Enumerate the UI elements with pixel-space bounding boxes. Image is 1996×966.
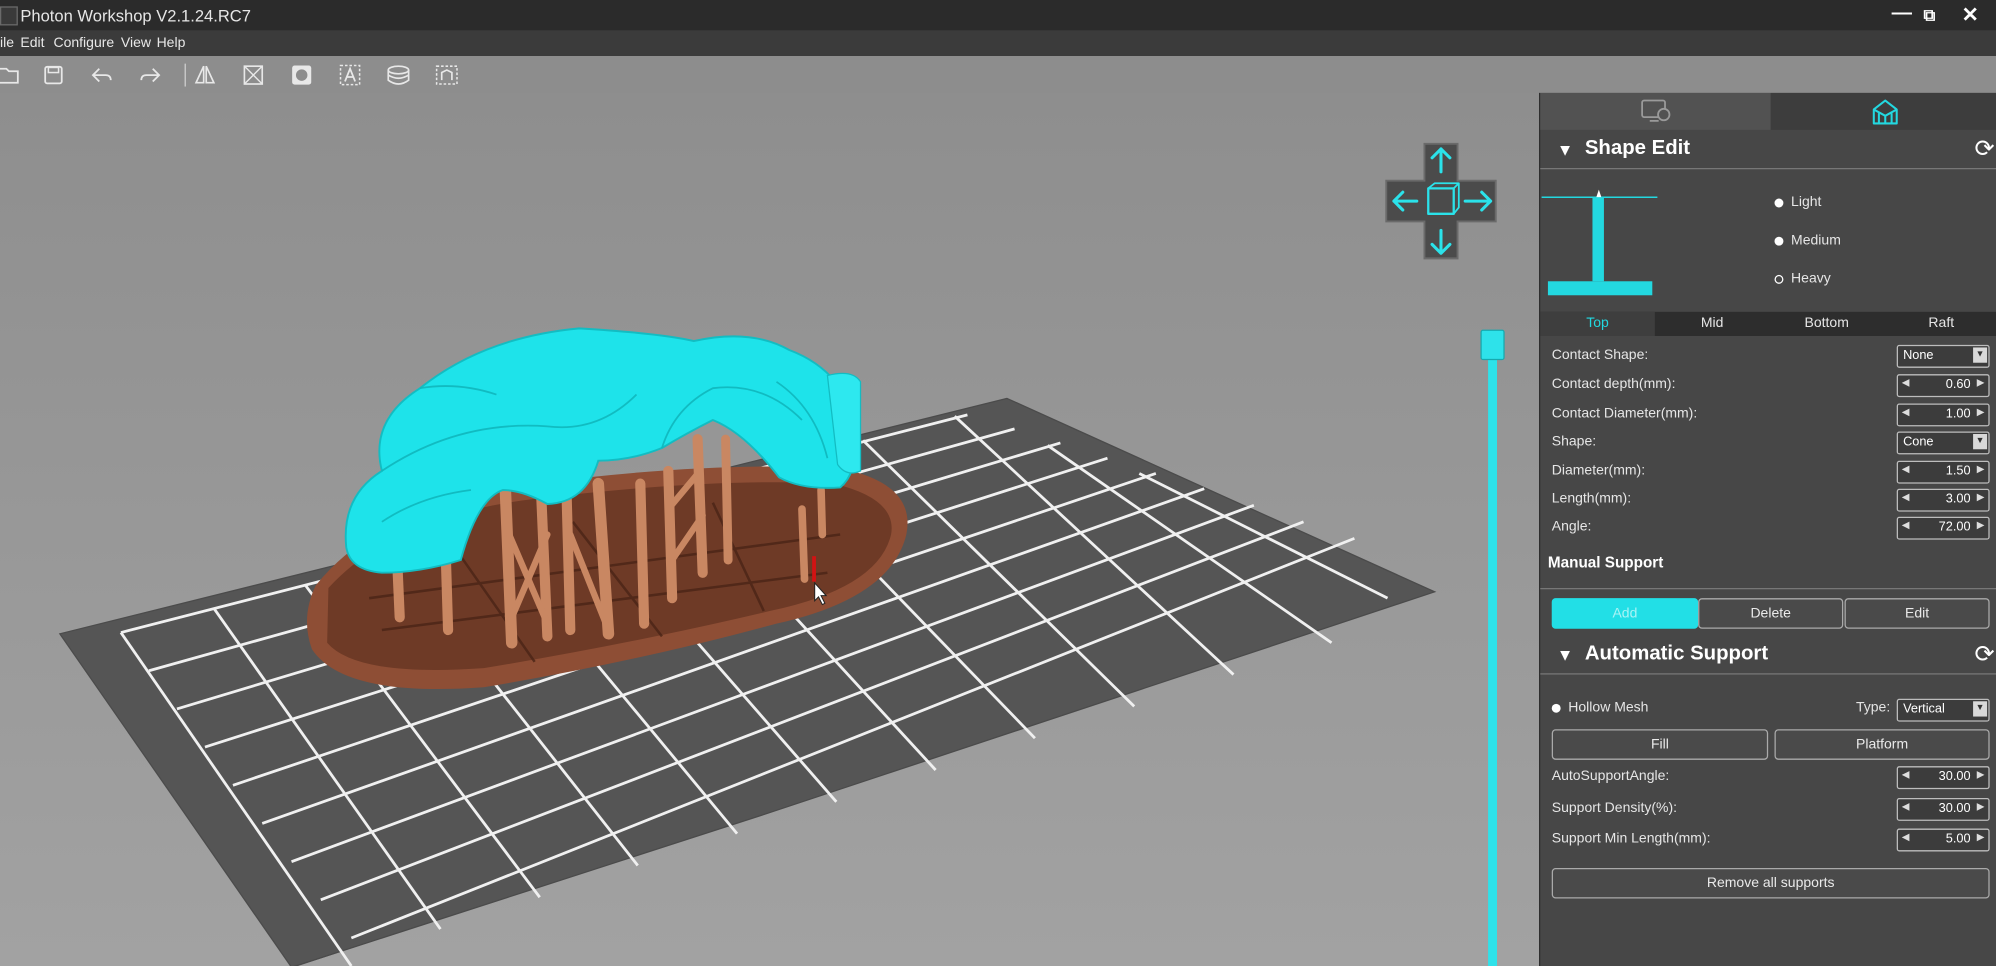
fill-button[interactable]: Fill (1551, 729, 1769, 760)
chevron-down-icon: ▼ (1973, 701, 1988, 717)
menu-edit[interactable]: Edit (20, 36, 44, 51)
shape-select[interactable]: Cone ▼ (1896, 431, 1990, 455)
support-part-tabs: Top Mid Bottom Raft (1540, 311, 1996, 337)
shape-label: Shape: (1551, 434, 1597, 450)
scale-icon[interactable] (239, 61, 267, 89)
undo-icon[interactable] (88, 61, 116, 89)
toolbar-divider (184, 63, 186, 87)
tab-bottom[interactable]: Bottom (1769, 312, 1884, 336)
auto-support-angle-label: AutoSupportAngle: (1551, 768, 1670, 785)
automatic-support-title: Automatic Support (1584, 642, 1769, 665)
app-icon (0, 6, 18, 26)
redo-icon[interactable] (136, 61, 164, 89)
preset-heavy-radio[interactable]: Heavy (1774, 271, 1831, 286)
collapse-triangle-icon[interactable]: ▼ (1557, 140, 1573, 159)
slice-icon[interactable] (384, 61, 412, 89)
chevron-down-icon: ▼ (1973, 347, 1988, 363)
support-density-label: Support Density(%): (1551, 800, 1678, 816)
toolbar (0, 56, 1996, 93)
auto-support-angle-field[interactable]: ◀ 30.00 ▶ (1896, 766, 1990, 790)
preset-medium-radio[interactable]: Medium (1774, 233, 1841, 248)
support-density-field[interactable]: ◀ 30.00 ▶ (1896, 798, 1990, 821)
save-icon[interactable] (39, 61, 67, 89)
diameter-label: Diameter(mm): (1551, 463, 1646, 479)
delete-support-button[interactable]: Delete (1698, 598, 1844, 629)
collapse-triangle-icon[interactable]: ▼ (1557, 645, 1573, 664)
support-min-length-label: Support Min Length(mm): (1551, 831, 1711, 847)
restore-button[interactable]: ⧉ (1923, 5, 1935, 25)
angle-field[interactable]: ◀ 72.00 ▶ (1896, 516, 1990, 540)
contact-depth-field[interactable]: ◀ 0.60 ▶ (1896, 374, 1990, 398)
support-shape-preview (1541, 185, 1662, 302)
length-label: Length(mm): (1551, 491, 1632, 507)
manual-support-title: Manual Support (1547, 553, 1664, 572)
tab-raft[interactable]: Raft (1884, 312, 1996, 336)
hollow-icon[interactable] (288, 61, 316, 89)
contact-diameter-label: Contact Diameter(mm): (1551, 406, 1698, 422)
layer-slider-track[interactable] (1488, 347, 1498, 966)
chevron-down-icon: ▼ (1973, 434, 1988, 450)
shape-edit-title: Shape Edit (1584, 137, 1691, 160)
view-navigation-pad[interactable] (1384, 141, 1499, 261)
type-label: Type: (1855, 700, 1891, 716)
support-min-length-field[interactable]: ◀ 5.00 ▶ (1896, 828, 1990, 852)
support-type-select[interactable]: Vertical ▼ (1896, 698, 1990, 722)
text-icon[interactable] (336, 61, 364, 89)
model-support-icon (1870, 97, 1901, 131)
window-title: Photon Workshop V2.1.24.RC7 (20, 6, 251, 26)
close-button[interactable]: ✕ (1962, 3, 1979, 28)
menu-view[interactable]: View (121, 36, 151, 51)
reset-shape-icon[interactable]: ⟳ (1974, 135, 1994, 164)
tab-printer-settings[interactable] (1540, 92, 1771, 130)
manual-support-marker (812, 556, 816, 582)
platform-button[interactable]: Platform (1774, 729, 1990, 760)
angle-label: Angle: (1551, 519, 1592, 535)
reset-auto-support-icon[interactable]: ⟳ (1974, 640, 1994, 669)
menu-help[interactable]: Help (157, 36, 186, 51)
length-field[interactable]: ◀ 3.00 ▶ (1896, 488, 1990, 512)
shape-edit-header[interactable]: ▼ Shape Edit ⟳ (1540, 130, 1996, 170)
printer-settings-icon (1640, 97, 1673, 129)
menu-bar: ile Edit Configure View Help (0, 30, 1996, 57)
tab-model-support[interactable] (1770, 92, 1996, 131)
contact-shape-label: Contact Shape: (1551, 347, 1649, 363)
tab-mid[interactable]: Mid (1655, 312, 1770, 336)
divider (1540, 588, 1996, 590)
remove-all-supports-button[interactable]: Remove all supports (1551, 868, 1990, 899)
support-panel: ▼ Shape Edit ⟳ Light Medium Heavy Top Mi… (1539, 92, 1996, 966)
menu-configure[interactable]: Configure (53, 36, 114, 51)
menu-file[interactable]: ile (0, 36, 14, 51)
diameter-field[interactable]: ◀ 1.50 ▶ (1896, 460, 1990, 484)
support-icon[interactable] (433, 61, 461, 89)
minimize-button[interactable]: — (1892, 3, 1912, 26)
mirror-icon[interactable] (191, 61, 219, 89)
edit-support-button[interactable]: Edit (1844, 598, 1990, 629)
3d-viewport[interactable] (0, 92, 1540, 966)
automatic-support-header[interactable]: ▼ Automatic Support ⟳ (1540, 635, 1996, 675)
contact-diameter-field[interactable]: ◀ 1.00 ▶ (1896, 403, 1990, 427)
tab-top[interactable]: Top (1540, 311, 1655, 337)
layer-slider-handle[interactable] (1480, 329, 1505, 361)
open-icon[interactable] (0, 61, 23, 89)
hollow-mesh-radio[interactable]: Hollow Mesh (1551, 700, 1648, 715)
contact-shape-select[interactable]: None ▼ (1896, 344, 1990, 368)
preset-light-radio[interactable]: Light (1774, 195, 1821, 210)
title-bar: Photon Workshop V2.1.24.RC7 — ⧉ ✕ (0, 0, 1996, 31)
add-support-button[interactable]: Add (1551, 598, 1699, 629)
contact-depth-label: Contact depth(mm): (1551, 376, 1676, 393)
